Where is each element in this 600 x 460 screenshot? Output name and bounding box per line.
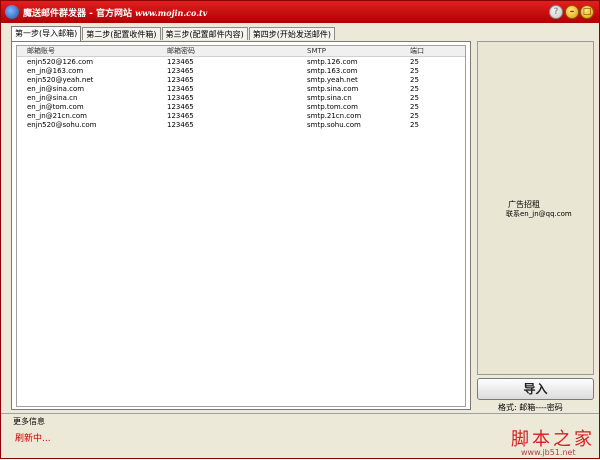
- watermark-url: www.jb51.net: [521, 448, 576, 457]
- cell-smtp: smtp.163.com: [307, 67, 358, 75]
- column-header-smtp[interactable]: SMTP: [307, 47, 326, 56]
- cell-account: enjn520@yeah.net: [27, 76, 94, 84]
- cell-password: 123465: [167, 103, 194, 111]
- cell-smtp: smtp.yeah.net: [307, 76, 358, 84]
- cell-password: 123465: [167, 121, 194, 129]
- cell-account: enjn520@sohu.com: [27, 121, 97, 129]
- format-hint: 格式: 邮箱----密码: [498, 403, 563, 412]
- table-row[interactable]: enjn520@yeah.net 123465 smtp.yeah.net 25: [17, 76, 465, 85]
- help-button[interactable]: ?: [549, 5, 563, 19]
- column-header-port[interactable]: 端口: [410, 47, 424, 56]
- cell-port: 25: [410, 76, 419, 84]
- status-text: 刷新中...: [15, 434, 51, 444]
- table-row[interactable]: en_jn@21cn.com 123465 smtp.21cn.com 25: [17, 112, 465, 121]
- table-row[interactable]: en_jn@163.com 123465 smtp.163.com 25: [17, 67, 465, 76]
- table-row[interactable]: enjn520@sohu.com 123465 smtp.sohu.com 25: [17, 121, 465, 130]
- tab-panel: 邮箱账号 邮箱密码 SMTP 端口 enjn520@126.com 123465…: [11, 41, 471, 410]
- cell-account: en_jn@sina.com: [27, 85, 85, 93]
- more-info-section: 更多信息 刷新中...: [1, 413, 599, 460]
- column-header-account[interactable]: 邮箱账号: [27, 47, 55, 56]
- cell-port: 25: [410, 67, 419, 75]
- cell-port: 25: [410, 103, 419, 111]
- app-logo-icon: [5, 5, 19, 19]
- tab-step-3[interactable]: 第三步(配置邮件内容): [161, 27, 248, 40]
- title-bar[interactable]: 魔送邮件群发器 - 官方网站 www.mojin.co.tv ? – □: [1, 1, 599, 23]
- more-info-label: 更多信息: [13, 417, 45, 426]
- cell-smtp: smtp.sina.com: [307, 85, 359, 93]
- table-row[interactable]: en_jn@sina.com 123465 smtp.sina.com 25: [17, 85, 465, 94]
- tab-step-2[interactable]: 第二步(配置收件箱): [82, 27, 161, 40]
- table-row[interactable]: enjn520@126.com 123465 smtp.126.com 25: [17, 58, 465, 67]
- table-row[interactable]: en_jn@sina.cn 123465 smtp.sina.cn 25: [17, 94, 465, 103]
- cell-password: 123465: [167, 58, 194, 66]
- cell-account: en_jn@21cn.com: [27, 112, 87, 120]
- maximize-button[interactable]: □: [580, 5, 594, 19]
- cell-port: 25: [410, 85, 419, 93]
- list-header: 邮箱账号 邮箱密码 SMTP 端口: [17, 46, 465, 57]
- cell-password: 123465: [167, 112, 194, 120]
- cell-password: 123465: [167, 67, 194, 75]
- title-url: www.mojin.co.tv: [135, 8, 208, 18]
- app-window: 魔送邮件群发器 - 官方网站 www.mojin.co.tv ? – □ 第一步…: [0, 0, 600, 459]
- cell-account: en_jn@tom.com: [27, 103, 84, 111]
- ad-contact: 联系en_jn@qq.com: [506, 210, 572, 218]
- tab-step-4[interactable]: 第四步(开始发送邮件): [248, 27, 335, 40]
- cell-password: 123465: [167, 76, 194, 84]
- column-header-password[interactable]: 邮箱密码: [167, 47, 195, 56]
- minimize-button[interactable]: –: [565, 5, 579, 19]
- cell-password: 123465: [167, 85, 194, 93]
- cell-account: en_jn@sina.cn: [27, 94, 78, 102]
- cell-smtp: smtp.tom.com: [307, 103, 358, 111]
- cell-account: en_jn@163.com: [27, 67, 84, 75]
- ad-panel: 广告招租 联系en_jn@qq.com: [477, 41, 594, 375]
- cell-port: 25: [410, 58, 419, 66]
- cell-smtp: smtp.21cn.com: [307, 112, 362, 120]
- table-row[interactable]: en_jn@tom.com 123465 smtp.tom.com 25: [17, 103, 465, 112]
- cell-account: enjn520@126.com: [27, 58, 94, 66]
- cell-smtp: smtp.sina.cn: [307, 94, 352, 102]
- cell-port: 25: [410, 112, 419, 120]
- window-title: 魔送邮件群发器 - 官方网站 www.mojin.co.tv: [23, 8, 208, 19]
- mailbox-list[interactable]: 邮箱账号 邮箱密码 SMTP 端口 enjn520@126.com 123465…: [16, 45, 466, 407]
- step-tabs: 第一步(导入邮箱) 第二步(配置收件箱) 第三步(配置邮件内容) 第四步(开始发…: [11, 26, 336, 41]
- import-button[interactable]: 导入: [477, 378, 594, 400]
- cell-port: 25: [410, 94, 419, 102]
- tab-step-1[interactable]: 第一步(导入邮箱): [11, 26, 82, 41]
- cell-password: 123465: [167, 94, 194, 102]
- cell-port: 25: [410, 121, 419, 129]
- cell-smtp: smtp.sohu.com: [307, 121, 361, 129]
- cell-smtp: smtp.126.com: [307, 58, 358, 66]
